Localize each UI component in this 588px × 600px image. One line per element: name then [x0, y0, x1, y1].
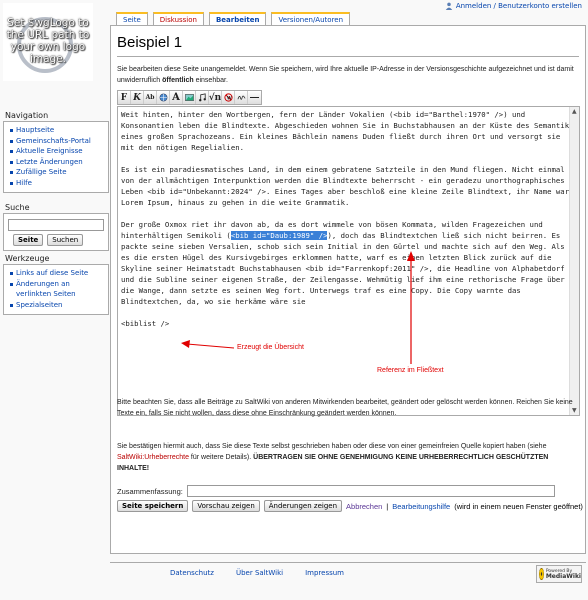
reference-annotation: Referenz im Fließtext — [377, 367, 444, 374]
sidebar-item-help[interactable]: Hilfe — [9, 178, 105, 189]
editor-scrollbar[interactable]: ▲ ▼ — [569, 107, 579, 415]
sidebar-item-current-events[interactable]: Aktuelle Ereignisse — [9, 146, 105, 157]
editor-paragraph-2: Es ist ein paradiesmatisches Land, in de… — [121, 165, 570, 207]
headline-icon[interactable]: A — [170, 91, 183, 104]
preview-button[interactable]: Vorschau zeigen — [192, 500, 260, 512]
page-tabs: Seite Diskussion Bearbeiten Versionen/Au… — [116, 12, 351, 25]
navigation-portlet: Navigation Hauptseite Gemeinschafts-Port… — [3, 111, 109, 193]
site-logo[interactable]: Set $wgLogo to the URL path to your own … — [3, 3, 93, 81]
tab-edit[interactable]: Bearbeiten — [208, 12, 267, 25]
save-button[interactable]: Seite speichern — [117, 500, 189, 512]
edit-help-link[interactable]: Bearbeitungshilfe — [392, 502, 450, 511]
nowiki-icon[interactable]: W — [222, 91, 235, 104]
biblist-annotation: Erzeugt die Übersicht — [237, 344, 304, 351]
help-note: (wird in einem neuen Fenster geöffnet) — [454, 501, 583, 511]
signature-icon[interactable] — [235, 91, 248, 104]
go-button[interactable]: Seite — [13, 234, 44, 246]
footer-link-privacy[interactable]: Datenschutz — [170, 569, 214, 577]
image-icon[interactable] — [183, 91, 196, 104]
logo-text: Set $wgLogo to the URL path to your own … — [6, 17, 90, 65]
badge-text: Powered By MediaWiki — [546, 569, 581, 580]
footer-link-about[interactable]: Über SaltWiki — [236, 569, 283, 577]
content-area: Beispiel 1 Sie bearbeiten diese Seite un… — [110, 25, 586, 554]
page-title: Beispiel 1 — [117, 34, 183, 51]
biblist-tag: <biblist /> — [121, 319, 170, 328]
navigation-heading: Navigation — [3, 111, 109, 122]
toolbox-item-related-changes[interactable]: Änderungen an verlinkten Seiten — [9, 279, 105, 300]
search-portlet: Suche Seite Suchen — [3, 203, 109, 251]
toolbox-item-whatlinkshere[interactable]: Links auf diese Seite — [9, 268, 105, 279]
sidebar-item-recent-changes[interactable]: Letzte Änderungen — [9, 157, 105, 168]
sidebar-item-community-portal[interactable]: Gemeinschafts-Portal — [9, 136, 105, 147]
tab-history[interactable]: Versionen/Autoren — [271, 12, 351, 25]
wikitext-editor[interactable]: Weit hinten, hinter den Wortbergen, fern… — [117, 106, 580, 416]
summary-label: Zusammenfassung: — [117, 486, 183, 496]
toolbox-portlet: Werkzeuge Links auf diese Seite Änderung… — [3, 254, 109, 315]
show-changes-button[interactable]: Änderungen zeigen — [263, 500, 343, 512]
editor-paragraph-3-end: ), doch das Blindtextchen ließ sich nich… — [121, 231, 570, 306]
actions-separator: | — [386, 501, 389, 511]
editor-content[interactable]: Weit hinten, hinter den Wortbergen, fern… — [118, 107, 579, 331]
user-icon — [445, 2, 453, 10]
anon-warning: Sie bearbeiten diese Seite unangemeldet.… — [117, 64, 579, 86]
bold-icon[interactable]: F — [118, 91, 131, 104]
footer: Datenschutz Über SaltWiki Impressum Powe… — [110, 562, 586, 590]
user-bar[interactable]: Anmelden / Benutzerkonto erstellen — [445, 2, 582, 10]
summary-row: Zusammenfassung: — [117, 485, 555, 497]
footer-links: Datenschutz Über SaltWiki Impressum — [170, 569, 344, 577]
footer-link-imprint[interactable]: Impressum — [305, 569, 344, 577]
license-notice: Bitte beachten Sie, dass alle Beiträge z… — [117, 399, 573, 417]
powered-by-mediawiki-badge[interactable]: Powered By MediaWiki — [536, 565, 582, 583]
toolbox-heading: Werkzeuge — [3, 254, 109, 265]
external-link-icon[interactable] — [157, 91, 170, 104]
tab-discussion[interactable]: Diskussion — [152, 12, 204, 25]
sidebar-item-random-page[interactable]: Zufällige Seite — [9, 167, 105, 178]
copyright-text: Sie bestätigen hiermit auch, dass Sie di… — [117, 443, 547, 450]
anon-warning-end: einsehbar. — [193, 77, 228, 84]
search-button[interactable]: Suchen — [47, 234, 84, 246]
svg-text:W: W — [225, 95, 232, 101]
math-icon[interactable]: √n — [209, 91, 222, 104]
edit-actions: Seite speichern Vorschau zeigen Änderung… — [117, 500, 583, 512]
badge-brand-text: MediaWiki — [545, 572, 581, 580]
internal-link-icon[interactable]: Ab — [144, 91, 157, 104]
media-icon[interactable] — [196, 91, 209, 104]
copyright-text-2: für weitere Details). — [188, 454, 254, 461]
search-heading: Suche — [3, 203, 109, 214]
toolbox-item-special-pages[interactable]: Spezialseiten — [9, 300, 105, 311]
scroll-up-icon[interactable]: ▲ — [572, 108, 577, 115]
summary-input[interactable] — [186, 485, 555, 497]
anon-warning-strong: öffentlich — [162, 77, 194, 84]
italic-icon[interactable]: K — [131, 91, 144, 104]
search-input[interactable] — [8, 219, 104, 231]
cancel-link[interactable]: Abbrechen — [346, 502, 382, 511]
tab-page[interactable]: Seite — [116, 12, 148, 25]
login-link[interactable]: Anmelden / Benutzerkonto erstellen — [456, 2, 582, 10]
editor-paragraph-1: Weit hinten, hinter den Wortbergen, fern… — [121, 110, 574, 152]
copyright-link[interactable]: SaltWiki:Urheberrechte — [117, 454, 189, 461]
edit-toolbar: F K Ab A √n W — [117, 90, 262, 105]
copyright-notice: Sie bestätigen hiermit auch, dass Sie di… — [117, 441, 579, 474]
title-divider — [117, 56, 579, 57]
sidebar-item-main-page[interactable]: Hauptseite — [9, 125, 105, 136]
selected-reference: <bib id="Daub:1989" /> — [230, 231, 328, 240]
horizontal-line-icon[interactable] — [248, 91, 261, 104]
mediawiki-flower-icon — [539, 568, 544, 580]
